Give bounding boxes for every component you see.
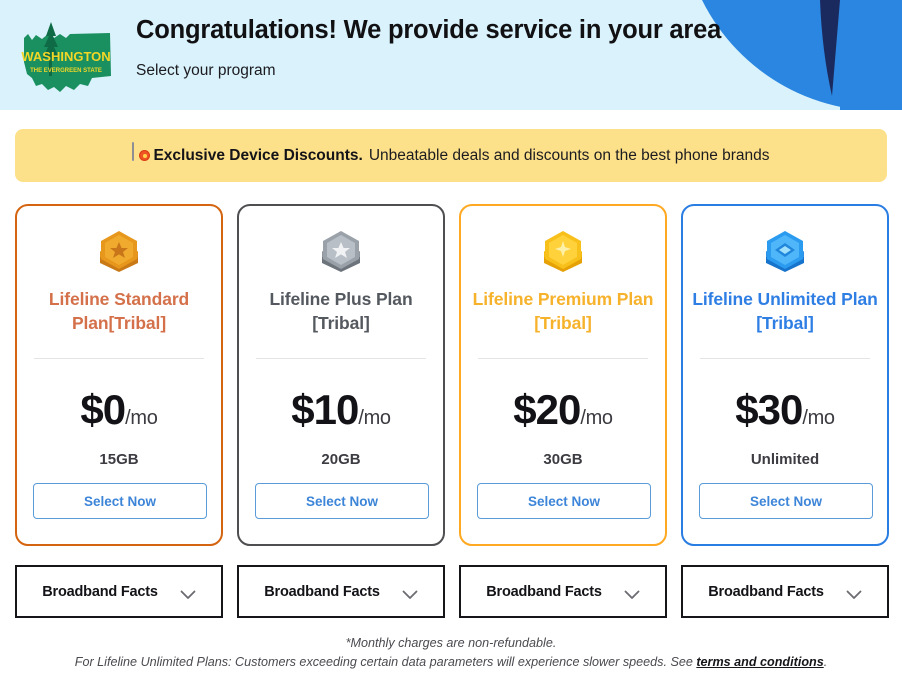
footer-line-2-period: . <box>823 655 828 669</box>
plan-price: $30 <box>735 386 803 433</box>
silver-hex-star-badge <box>314 226 368 280</box>
phone-discount-icon <box>132 142 151 168</box>
broadband-facts-label: Broadband Facts <box>264 583 380 600</box>
banner-region: Exclusive Device Discounts. Unbeatable d… <box>0 110 902 192</box>
footer-disclaimer: *Monthly charges are non-refundable. For… <box>0 634 902 671</box>
select-now-button[interactable]: Select Now <box>699 483 873 519</box>
plan-title: Lifeline Premium Plan [Tribal] <box>472 289 654 333</box>
plan-price-row: $20 /mo <box>461 386 665 434</box>
plan-price-row: $30 /mo <box>683 386 887 434</box>
broadband-facts-label: Broadband Facts <box>708 583 824 600</box>
footer-line-1: *Monthly charges are non-refundable. <box>345 636 557 650</box>
plan-price: $10 <box>291 386 359 433</box>
plan-period: /mo <box>125 407 158 429</box>
plan-card-unlimited[interactable]: Lifeline Unlimited Plan [Tribal] $30 /mo… <box>681 204 889 546</box>
plan-price-row: $10 /mo <box>239 386 443 434</box>
select-now-button[interactable]: Select Now <box>477 483 651 519</box>
logo-state-motto: THE EVERGREEN STATE <box>30 68 102 74</box>
plan-card-standard[interactable]: Lifeline Standard Plan[Tribal] $0 /mo 15… <box>15 204 223 546</box>
card-divider <box>34 358 204 359</box>
plan-title: Lifeline Unlimited Plan [Tribal] <box>692 289 878 333</box>
plan-data-allowance: Unlimited <box>750 451 820 468</box>
broadband-facts-toggle-unlimited[interactable]: Broadband Facts <box>681 565 889 618</box>
broadband-facts-row: Broadband Facts Broadband Facts Broadban… <box>0 565 902 623</box>
plan-data-allowance: 30GB <box>543 451 583 468</box>
footer-line-2: For Lifeline Unlimited Plans: Customers … <box>0 653 902 671</box>
footer-line-2-text: For Lifeline Unlimited Plans: Customers … <box>74 655 697 669</box>
select-now-button[interactable]: Select Now <box>255 483 429 519</box>
plan-card-list: Lifeline Standard Plan[Tribal] $0 /mo 15… <box>0 204 902 550</box>
plan-period: /mo <box>580 407 613 429</box>
terms-and-conditions-link[interactable]: terms and conditions <box>696 655 823 669</box>
blue-hex-diamond-badge <box>758 226 812 280</box>
page-header: WASHINGTON THE EVERGREEN STATE Congratul… <box>0 0 902 110</box>
broadband-facts-toggle-plus[interactable]: Broadband Facts <box>237 565 445 618</box>
plan-price-row: $0 /mo <box>17 386 221 434</box>
broadband-facts-label: Broadband Facts <box>42 583 158 600</box>
logo-state-name: WASHINGTON <box>21 49 110 64</box>
plan-title: Lifeline Plus Plan [Tribal] <box>269 289 413 333</box>
plan-card-plus[interactable]: Lifeline Plus Plan [Tribal] $10 /mo 20GB… <box>237 204 445 546</box>
plan-period: /mo <box>802 407 835 429</box>
banner-description: Unbeatable deals and discounts on the be… <box>368 146 770 164</box>
chevron-down-icon <box>846 587 862 599</box>
page-title: Congratulations! We provide service in y… <box>136 16 722 44</box>
broadband-facts-label: Broadband Facts <box>486 583 602 600</box>
plan-data-allowance: 15GB <box>99 451 139 468</box>
card-divider <box>700 358 870 359</box>
gold-hex-star-badge <box>536 226 590 280</box>
plan-price: $0 <box>80 386 126 433</box>
plan-price: $20 <box>513 386 581 433</box>
broadband-facts-toggle-standard[interactable]: Broadband Facts <box>15 565 223 618</box>
plan-card-premium[interactable]: Lifeline Premium Plan [Tribal] $20 /mo 3… <box>459 204 667 546</box>
device-discount-banner: Exclusive Device Discounts. Unbeatable d… <box>15 129 887 182</box>
plan-period: /mo <box>358 407 391 429</box>
card-divider <box>256 358 426 359</box>
plan-title: Lifeline Standard Plan[Tribal] <box>48 289 190 333</box>
select-now-button[interactable]: Select Now <box>33 483 207 519</box>
broadband-facts-toggle-premium[interactable]: Broadband Facts <box>459 565 667 618</box>
card-divider <box>478 358 648 359</box>
page-subtitle: Select your program <box>136 62 276 79</box>
banner-headline: Exclusive Device Discounts. <box>153 146 363 164</box>
plan-data-allowance: 20GB <box>321 451 361 468</box>
washington-state-logo: WASHINGTON THE EVERGREEN STATE <box>18 14 116 96</box>
chevron-down-icon <box>180 587 196 599</box>
chevron-down-icon <box>624 587 640 599</box>
bronze-hex-star-badge <box>92 226 146 280</box>
chevron-down-icon <box>402 587 418 599</box>
